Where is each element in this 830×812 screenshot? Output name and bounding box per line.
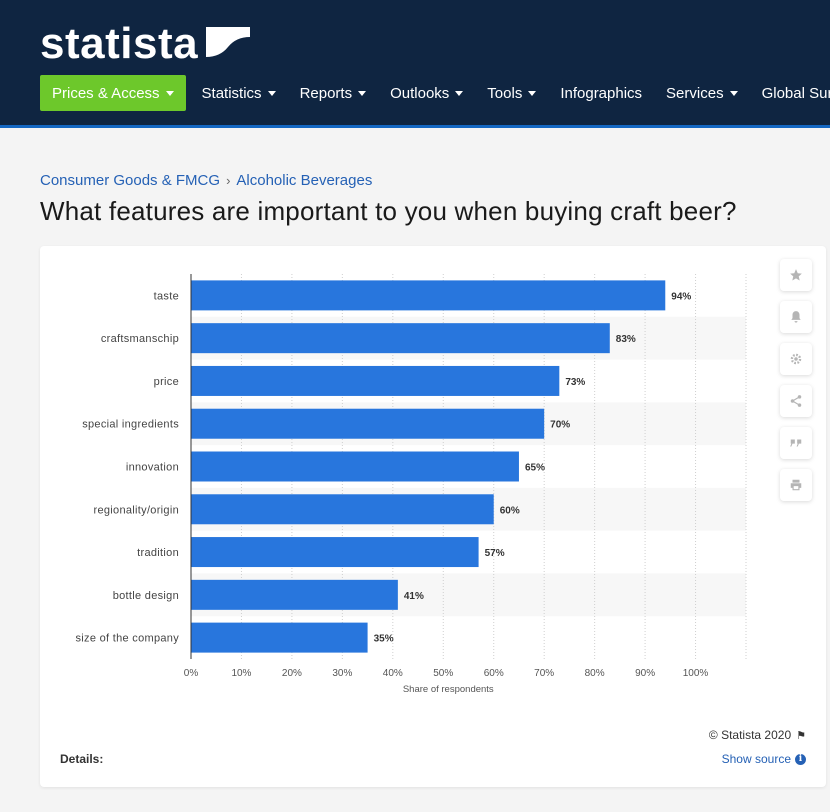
bar-chart: taste 94% craftsmanschip 83% price 73% special… xyxy=(75,274,747,695)
nav-item-services[interactable]: Services xyxy=(654,75,750,111)
flag-icon[interactable]: ⚑ xyxy=(796,729,806,742)
statista-logo[interactable]: statista xyxy=(40,18,251,70)
x-tick-label: 20% xyxy=(282,668,302,679)
x-tick-label: 70% xyxy=(534,668,554,679)
details-label: Details: xyxy=(60,752,104,766)
page-title: What features are important to you when … xyxy=(40,196,737,226)
bar xyxy=(191,579,398,610)
x-tick-label: 0% xyxy=(184,668,199,679)
value-label: 35% xyxy=(374,634,394,645)
nav-item-statistics[interactable]: Statistics xyxy=(190,75,288,111)
bar xyxy=(191,280,666,311)
logo-text: statista xyxy=(40,19,199,68)
nav-item-label: Reports xyxy=(299,84,353,102)
category-label: bottle design xyxy=(113,590,179,602)
show-source-label: Show source xyxy=(721,752,791,766)
info-icon: i xyxy=(795,753,806,765)
nav-item-prices-access[interactable]: Prices & Access xyxy=(40,75,186,111)
x-tick-label: 50% xyxy=(433,668,453,679)
settings-button[interactable] xyxy=(780,343,812,375)
bar xyxy=(191,622,368,653)
category-label: price xyxy=(154,376,179,388)
x-tick-label: 60% xyxy=(484,668,504,679)
nav-item-label: Global Sur xyxy=(761,84,830,102)
main-nav: Prices & Access Statistics Reports Outlooks… xyxy=(40,75,830,111)
quote-icon xyxy=(790,439,802,447)
bar xyxy=(191,451,519,482)
nav-item-infographics[interactable]: Infographics xyxy=(548,75,654,111)
bar xyxy=(191,365,560,396)
x-tick-label: 90% xyxy=(635,668,655,679)
category-label: tradition xyxy=(137,547,179,559)
chart-card: taste 94% craftsmanschip 83% price 73% special… xyxy=(40,246,826,787)
share-icon xyxy=(790,395,802,407)
x-tick-label: 80% xyxy=(585,668,605,679)
category-label: innovation xyxy=(126,462,179,474)
chart-toolbar xyxy=(780,259,812,511)
value-label: 94% xyxy=(671,291,691,302)
x-tick-label: 30% xyxy=(332,668,352,679)
print-button[interactable] xyxy=(780,469,812,501)
nav-item-label: Infographics xyxy=(560,84,643,102)
nav-item-global-sur[interactable]: Global Sur xyxy=(750,75,830,111)
notification-button[interactable] xyxy=(780,301,812,333)
x-tick-label: 10% xyxy=(231,668,251,679)
breadcrumb: Consumer Goods & FMCG › Alcoholic Bevera… xyxy=(40,172,372,189)
bell-icon xyxy=(791,311,801,323)
bar xyxy=(191,408,545,439)
nav-item-label: Prices & Access xyxy=(52,84,160,102)
category-label: craftsmanschip xyxy=(101,333,179,345)
breadcrumb-alcoholic-beverages[interactable]: Alcoholic Beverages xyxy=(236,172,372,189)
favorite-button[interactable] xyxy=(780,259,812,291)
bar xyxy=(191,494,494,525)
copyright-line: © Statista 2020 ⚑ xyxy=(709,728,806,742)
gear-icon xyxy=(790,353,802,365)
print-icon xyxy=(790,479,802,491)
star-icon xyxy=(790,269,802,281)
nav-item-label: Statistics xyxy=(201,84,262,102)
nav-item-label: Tools xyxy=(487,84,523,102)
caret-down-icon xyxy=(358,90,367,96)
value-label: 83% xyxy=(616,334,636,345)
value-label: 41% xyxy=(404,591,424,602)
logo-mark-icon xyxy=(206,27,251,67)
category-label: special ingredients xyxy=(82,419,179,431)
nav-item-tools[interactable]: Tools xyxy=(475,75,548,111)
caret-down-icon xyxy=(729,90,738,96)
x-tick-label: 100% xyxy=(683,668,709,679)
cite-button[interactable] xyxy=(780,427,812,459)
category-label: taste xyxy=(154,290,179,302)
share-button[interactable] xyxy=(780,385,812,417)
value-label: 73% xyxy=(565,377,585,388)
show-source-link[interactable]: Show source i xyxy=(722,752,806,766)
nav-item-label: Outlooks xyxy=(390,84,450,102)
caret-down-icon xyxy=(165,90,174,96)
caret-down-icon xyxy=(267,90,276,96)
site-header: statista Prices & Access Statistics Report… xyxy=(0,0,830,128)
caret-down-icon xyxy=(455,90,464,96)
value-label: 57% xyxy=(485,548,505,559)
bar xyxy=(191,323,610,354)
value-label: 65% xyxy=(525,463,545,474)
value-label: 70% xyxy=(550,420,570,431)
nav-item-reports[interactable]: Reports xyxy=(288,75,379,111)
value-label: 60% xyxy=(500,505,520,516)
nav-item-outlooks[interactable]: Outlooks xyxy=(378,75,475,111)
breadcrumb-consumer-goods[interactable]: Consumer Goods & FMCG xyxy=(40,172,220,189)
bar xyxy=(191,537,479,568)
breadcrumb-separator: › xyxy=(226,173,231,188)
x-axis-label: Share of respondents xyxy=(403,684,494,695)
category-label: regionality/origin xyxy=(94,504,180,516)
x-tick-label: 40% xyxy=(383,668,403,679)
nav-item-label: Services xyxy=(666,84,724,102)
caret-down-icon xyxy=(528,90,537,96)
category-label: size of the company xyxy=(75,633,179,645)
copyright-text: © Statista 2020 xyxy=(708,728,792,742)
